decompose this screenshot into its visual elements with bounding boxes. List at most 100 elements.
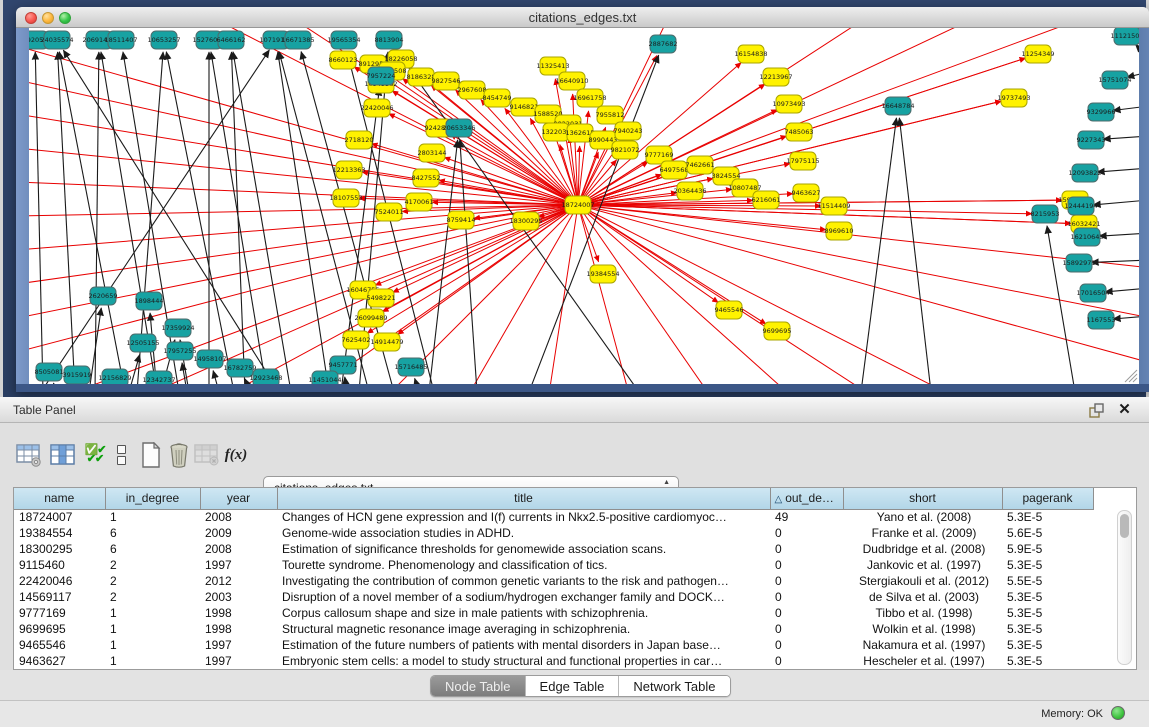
column-header-out_de[interactable]: △out_de… — [770, 488, 843, 509]
table-cell[interactable]: Yano et al. (2008) — [843, 509, 1002, 525]
table-cell[interactable]: 2003 — [200, 589, 277, 605]
table-cell[interactable]: 0 — [770, 573, 843, 589]
table-cell[interactable]: 5.9E-5 — [1002, 541, 1093, 557]
table-scrollbar[interactable] — [1117, 510, 1132, 665]
table-cell[interactable]: 2009 — [200, 525, 277, 541]
show-columns-button[interactable] — [48, 440, 78, 470]
table-cell[interactable]: 6 — [105, 525, 200, 541]
function-builder-button[interactable]: f(x) — [221, 440, 251, 470]
table-cell[interactable]: 22420046 — [14, 573, 105, 589]
table-cell[interactable]: 1997 — [200, 637, 277, 653]
table-row[interactable]: 1830029562008Estimation of significance … — [14, 541, 1093, 557]
table-row[interactable]: 911546021997Tourette syndrome. Phenomeno… — [14, 557, 1093, 573]
table-cell[interactable]: Estimation of significance thresholds fo… — [277, 541, 770, 557]
table-cell[interactable]: 5.5E-5 — [1002, 573, 1093, 589]
table-cell[interactable]: 1 — [105, 605, 200, 621]
table-cell[interactable]: 0 — [770, 541, 843, 557]
table-cell[interactable]: Franke et al. (2009) — [843, 525, 1002, 541]
table-settings-button[interactable] — [14, 440, 44, 470]
table-row[interactable]: 969969511998Structural magnetic resonanc… — [14, 621, 1093, 637]
table-cell[interactable]: Nakamura et al. (1997) — [843, 637, 1002, 653]
table-cell[interactable]: 18300295 — [14, 541, 105, 557]
column-header-in_degree[interactable]: in_degree — [105, 488, 200, 509]
table-cell[interactable]: 2008 — [200, 541, 277, 557]
table-row[interactable]: 1938455462009Genome-wide association stu… — [14, 525, 1093, 541]
table-row[interactable]: 946554611997Estimation of the future num… — [14, 637, 1093, 653]
table-cell[interactable]: 0 — [770, 637, 843, 653]
table-cell[interactable]: Changes of HCN gene expression and I(f) … — [277, 509, 770, 525]
column-header-pagerank[interactable]: pagerank — [1002, 488, 1093, 509]
table-row[interactable]: 946362711997Embryonic stem cells: a mode… — [14, 653, 1093, 669]
table-cell[interactable]: Tibbo et al. (1998) — [843, 605, 1002, 621]
table-cell[interactable]: 0 — [770, 621, 843, 637]
float-window-icon[interactable] — [1088, 402, 1105, 419]
table-cell[interactable]: 5.6E-5 — [1002, 525, 1093, 541]
memory-status-indicator[interactable] — [1111, 706, 1125, 720]
table-cell[interactable]: 5.3E-5 — [1002, 557, 1093, 573]
table-cell[interactable]: 18724007 — [14, 509, 105, 525]
table-cell[interactable]: 9465546 — [14, 637, 105, 653]
table-cell[interactable]: 49 — [770, 509, 843, 525]
table-cell[interactable]: 5.3E-5 — [1002, 605, 1093, 621]
table-cell[interactable]: Jankovic et al. (1997) — [843, 557, 1002, 573]
tab-edge-table[interactable]: Edge Table — [525, 676, 619, 696]
table-cell[interactable]: 1997 — [200, 653, 277, 669]
table-cell[interactable]: 5.3E-5 — [1002, 621, 1093, 637]
table-cell[interactable]: 1 — [105, 653, 200, 669]
column-header-name[interactable]: name — [14, 488, 105, 509]
table-cell[interactable]: Stergiakouli et al. (2012) — [843, 573, 1002, 589]
delete-columns-button[interactable] — [164, 440, 194, 470]
table-cell[interactable]: 14569117 — [14, 589, 105, 605]
table-cell[interactable]: 1 — [105, 621, 200, 637]
table-cell[interactable]: Disruption of a novel member of a sodium… — [277, 589, 770, 605]
table-row[interactable]: 1872400712008Changes of HCN gene express… — [14, 509, 1093, 525]
table-cell[interactable]: Tourette syndrome. Phenomenology and cla… — [277, 557, 770, 573]
table-row[interactable]: 1456911722003Disruption of a novel membe… — [14, 589, 1093, 605]
column-header-title[interactable]: title — [277, 488, 770, 509]
table-cell[interactable]: 2 — [105, 573, 200, 589]
table-cell[interactable]: 0 — [770, 653, 843, 669]
table-cell[interactable]: 1997 — [200, 557, 277, 573]
table-cell[interactable]: 1 — [105, 509, 200, 525]
table-row[interactable]: 977716911998Corpus callosum shape and si… — [14, 605, 1093, 621]
tab-network-table[interactable]: Network Table — [618, 676, 729, 696]
table-cell[interactable]: 9463627 — [14, 653, 105, 669]
table-cell[interactable]: Structural magnetic resonance image aver… — [277, 621, 770, 637]
table-cell[interactable]: 5.3E-5 — [1002, 589, 1093, 605]
table-cell[interactable]: 9777169 — [14, 605, 105, 621]
network-window-titlebar[interactable]: citations_edges.txt — [16, 7, 1149, 28]
table-cell[interactable]: de Silva et al. (2003) — [843, 589, 1002, 605]
table-cell[interactable]: 1 — [105, 637, 200, 653]
table-cell[interactable]: Genome-wide association studies in ADHD. — [277, 525, 770, 541]
table-cell[interactable]: 1998 — [200, 621, 277, 637]
table-cell[interactable]: 2008 — [200, 509, 277, 525]
table-cell[interactable]: 1998 — [200, 605, 277, 621]
table-cell[interactable]: 0 — [770, 589, 843, 605]
table-cell[interactable]: 5.3E-5 — [1002, 637, 1093, 653]
table-cell[interactable]: Wolkin et al. (1998) — [843, 621, 1002, 637]
table-cell[interactable]: Hescheler et al. (1997) — [843, 653, 1002, 669]
table-cell[interactable]: 2 — [105, 589, 200, 605]
table-cell[interactable]: 5.3E-5 — [1002, 509, 1093, 525]
table-cell[interactable]: 0 — [770, 605, 843, 621]
import-table-button[interactable] — [192, 440, 222, 470]
table-cell[interactable]: 6 — [105, 541, 200, 557]
table-cell[interactable]: 0 — [770, 525, 843, 541]
table-cell[interactable]: 19384554 — [14, 525, 105, 541]
create-column-button[interactable] — [136, 440, 166, 470]
table-cell[interactable]: Dudbridge et al. (2008) — [843, 541, 1002, 557]
table-row[interactable]: 2242004622012Investigating the contribut… — [14, 573, 1093, 589]
column-header-year[interactable]: year — [200, 488, 277, 509]
table-cell[interactable]: 2 — [105, 557, 200, 573]
table-cell[interactable]: Corpus callosum shape and size in male p… — [277, 605, 770, 621]
table-cell[interactable]: 0 — [770, 557, 843, 573]
table-cell[interactable]: Embryonic stem cells: a model to study s… — [277, 653, 770, 669]
row-height-button[interactable] — [106, 440, 136, 470]
tab-node-table[interactable]: Node Table — [431, 676, 525, 696]
table-cell[interactable]: 2012 — [200, 573, 277, 589]
table-cell[interactable]: Estimation of the future numbers of pati… — [277, 637, 770, 653]
table-cell[interactable]: Investigating the contribution of common… — [277, 573, 770, 589]
column-header-short[interactable]: short — [843, 488, 1002, 509]
close-panel-icon[interactable]: ✕ — [1116, 401, 1133, 418]
table-cell[interactable]: 5.3E-5 — [1002, 653, 1093, 669]
